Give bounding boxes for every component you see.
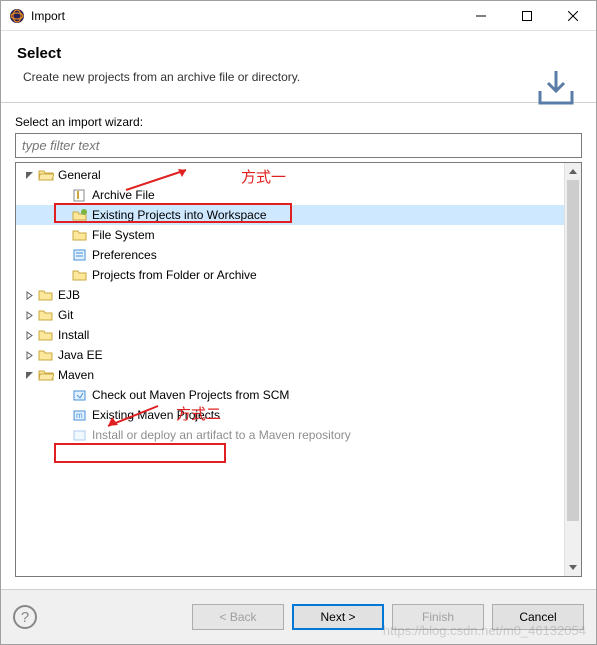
tree-label: EJB: [58, 288, 80, 302]
header-description: Create new projects from an archive file…: [23, 70, 580, 84]
scroll-up-button[interactable]: [565, 163, 581, 180]
tree-label: File System: [92, 228, 155, 242]
tree-label: Existing Maven Projects: [92, 408, 220, 422]
tree-item-maven[interactable]: Maven: [16, 365, 564, 385]
folder-icon: [38, 287, 54, 303]
button-bar: ? < Back Next > Finish Cancel: [1, 589, 596, 644]
scroll-track[interactable]: [565, 180, 581, 559]
tree-label: Install: [58, 328, 89, 342]
finish-button: Finish: [392, 604, 484, 630]
wizard-tree-container: General Archive File Existing Projects i…: [15, 162, 582, 577]
scroll-thumb[interactable]: [567, 180, 579, 521]
tree-label: General: [58, 168, 101, 182]
tree-item-javaee[interactable]: Java EE: [16, 345, 564, 365]
tree-label: Java EE: [58, 348, 103, 362]
folder-icon: [38, 307, 54, 323]
tree-item-maven-scm[interactable]: Check out Maven Projects from SCM: [16, 385, 564, 405]
titlebar: Import: [1, 1, 596, 31]
tree-label: Check out Maven Projects from SCM: [92, 388, 289, 402]
tree-item-ejb[interactable]: EJB: [16, 285, 564, 305]
folder-icon: [38, 347, 54, 363]
window-controls: [458, 1, 596, 30]
help-icon: ?: [21, 609, 29, 626]
archive-file-icon: [72, 187, 88, 203]
window-title: Import: [31, 9, 458, 23]
maven-deploy-icon: [72, 427, 88, 443]
close-button[interactable]: [550, 1, 596, 30]
dialog-content: Select an import wizard: General Archive…: [1, 103, 596, 589]
project-import-icon: [72, 207, 88, 223]
tree-item-file-system[interactable]: File System: [16, 225, 564, 245]
tree-item-archive-file[interactable]: Archive File: [16, 185, 564, 205]
expand-icon[interactable]: [22, 348, 36, 362]
maven-scm-icon: [72, 387, 88, 403]
tree-item-projects-folder[interactable]: Projects from Folder or Archive: [16, 265, 564, 285]
tree-label: Existing Projects into Workspace: [92, 208, 267, 222]
scroll-down-button[interactable]: [565, 559, 581, 576]
import-icon: [534, 67, 578, 110]
tree-label: Archive File: [92, 188, 155, 202]
wizard-label: Select an import wizard:: [15, 115, 582, 129]
tree-item-maven-install[interactable]: Install or deploy an artifact to a Maven…: [16, 425, 564, 445]
wizard-tree[interactable]: General Archive File Existing Projects i…: [16, 163, 564, 576]
filter-input[interactable]: [15, 133, 582, 158]
tree-label: Maven: [58, 368, 94, 382]
tree-item-install[interactable]: Install: [16, 325, 564, 345]
preferences-icon: [72, 247, 88, 263]
collapse-icon[interactable]: [22, 168, 36, 182]
tree-item-existing-projects[interactable]: Existing Projects into Workspace: [16, 205, 564, 225]
tree-item-maven-existing[interactable]: m Existing Maven Projects: [16, 405, 564, 425]
tree-label: Projects from Folder or Archive: [92, 268, 257, 282]
folder-open-icon: [38, 167, 54, 183]
collapse-icon[interactable]: [22, 368, 36, 382]
eclipse-icon: [9, 8, 25, 24]
header-title: Select: [17, 45, 580, 62]
tree-label: Preferences: [92, 248, 157, 262]
back-button: < Back: [192, 604, 284, 630]
folder-icon: [72, 267, 88, 283]
folder-icon: [72, 227, 88, 243]
svg-text:m: m: [76, 411, 83, 420]
tree-item-preferences[interactable]: Preferences: [16, 245, 564, 265]
maximize-button[interactable]: [504, 1, 550, 30]
expand-icon[interactable]: [22, 328, 36, 342]
folder-icon: [38, 327, 54, 343]
dialog-header: Select Create new projects from an archi…: [1, 31, 596, 103]
tree-label: Install or deploy an artifact to a Maven…: [92, 428, 351, 442]
folder-open-icon: [38, 367, 54, 383]
tree-item-git[interactable]: Git: [16, 305, 564, 325]
expand-icon[interactable]: [22, 308, 36, 322]
tree-item-general[interactable]: General: [16, 165, 564, 185]
next-button[interactable]: Next >: [292, 604, 384, 630]
import-dialog: Import Select Create new projects from a…: [0, 0, 597, 645]
maven-project-icon: m: [72, 407, 88, 423]
expand-icon[interactable]: [22, 288, 36, 302]
tree-scrollbar[interactable]: [564, 163, 581, 576]
help-button[interactable]: ?: [13, 605, 37, 629]
minimize-button[interactable]: [458, 1, 504, 30]
cancel-button[interactable]: Cancel: [492, 604, 584, 630]
tree-label: Git: [58, 308, 73, 322]
